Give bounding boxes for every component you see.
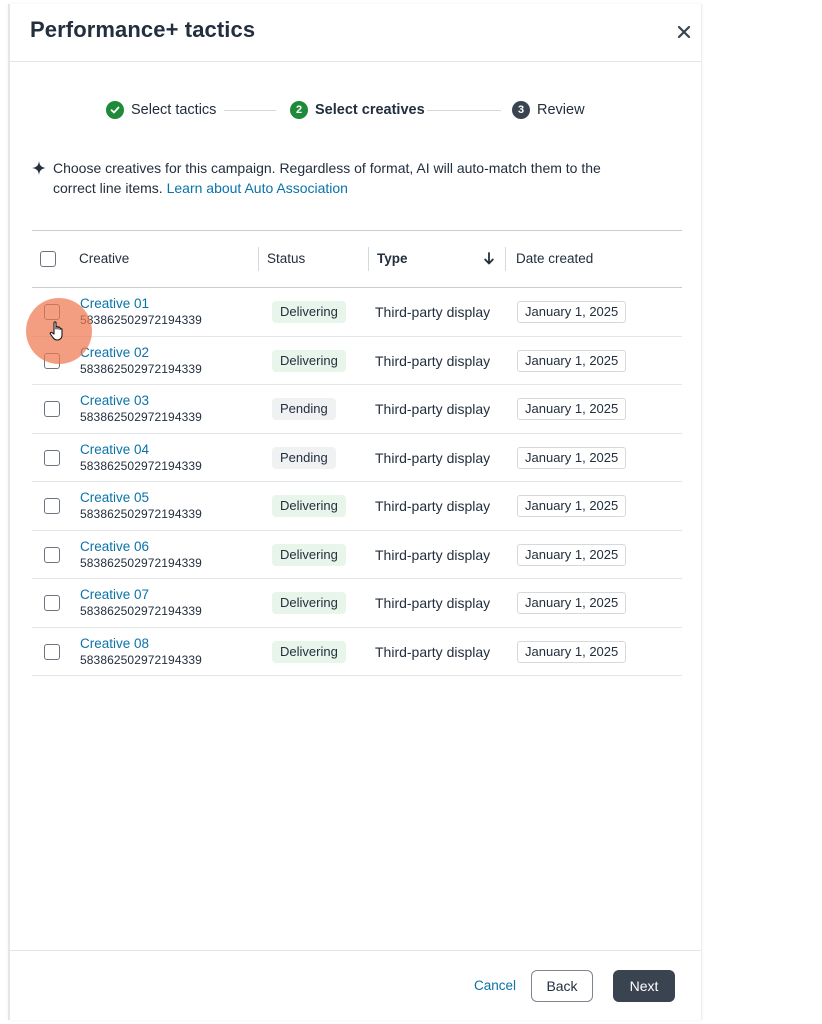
date-created: January 1, 2025	[517, 495, 627, 517]
column-creative[interactable]: Creative	[79, 251, 129, 266]
step-label: Select tactics	[131, 102, 217, 118]
creative-type: Third-party display	[375, 643, 491, 660]
status-badge: Delivering	[272, 349, 346, 372]
creative-id: 583862502972194339	[80, 555, 202, 570]
creative-type: Third-party display	[375, 352, 491, 369]
creative-type: Third-party display	[375, 304, 491, 320]
creative-type: Third-party display	[375, 401, 491, 417]
check-icon	[106, 101, 124, 119]
table-body: Creative 01 583862502972194339 Delivering T…	[32, 288, 682, 676]
step-number-badge: 2	[290, 101, 308, 119]
creative-id: 583862502972194339	[80, 410, 202, 424]
cancel-button[interactable]: Cancel	[474, 978, 516, 993]
date-created: January 1, 2025	[517, 446, 627, 469]
stepper: Select tactics 2 Select creatives 3 Revi…	[106, 100, 606, 120]
status-badge: Pending	[272, 446, 336, 469]
creative-name-link[interactable]: Creative 03	[80, 393, 149, 409]
creative-name-link[interactable]: Creative 08	[80, 636, 149, 652]
learn-auto-association-link[interactable]: Learn about Auto Association	[167, 180, 348, 196]
step-label: Select creatives	[315, 102, 425, 118]
status-badge: Delivering	[272, 301, 346, 323]
creative-name-link[interactable]: Creative 02	[80, 345, 149, 361]
table-row[interactable]: Creative 02 583862502972194339 Delivering T…	[32, 337, 682, 385]
step-label: Review	[537, 102, 585, 118]
table-row[interactable]: Creative 01 583862502972194339 Delivering T…	[32, 288, 682, 337]
date-created: January 1, 2025	[517, 592, 627, 614]
sparkle-icon	[32, 161, 46, 175]
creative-id: 583862502972194339	[80, 458, 202, 473]
table-row[interactable]: Creative 03 583862502972194339 Pending Thir…	[32, 385, 682, 434]
creative-type: Third-party display	[375, 595, 491, 611]
hand-pointer-icon	[49, 321, 63, 341]
status-badge: Delivering	[272, 543, 346, 566]
creative-name-link[interactable]: Creative 07	[80, 587, 149, 603]
step-connector	[224, 110, 276, 111]
step-select-creatives[interactable]: 2 Select creatives	[290, 100, 425, 120]
column-divider[interactable]	[505, 247, 506, 271]
date-created: January 1, 2025	[517, 349, 627, 372]
performance-tactics-modal: Performance+ tactics Select tactics 2 Se…	[8, 4, 702, 1020]
status-badge: Pending	[272, 398, 336, 420]
column-divider[interactable]	[368, 247, 369, 271]
column-divider[interactable]	[258, 247, 259, 271]
creative-name-link[interactable]: Creative 06	[80, 539, 149, 555]
creatives-table: Creative Status Type Date created Creati…	[32, 230, 682, 676]
column-date-created[interactable]: Date created	[516, 251, 593, 266]
column-status[interactable]: Status	[267, 251, 305, 266]
next-button[interactable]: Next	[613, 970, 675, 1002]
row-checkbox[interactable]	[44, 449, 60, 466]
row-checkbox[interactable]	[44, 643, 60, 660]
table-row[interactable]: Creative 04 583862502972194339 Pending Thir…	[32, 434, 682, 482]
creative-id: 583862502972194339	[80, 652, 202, 667]
row-checkbox[interactable]	[44, 498, 60, 514]
creative-id: 583862502972194339	[80, 507, 202, 521]
row-checkbox[interactable]	[44, 401, 60, 417]
date-created: January 1, 2025	[517, 398, 627, 420]
back-button[interactable]: Back	[531, 970, 593, 1002]
creative-type: Third-party display	[375, 546, 491, 563]
step-number-badge: 3	[512, 101, 530, 119]
table-header: Creative Status Type Date created	[32, 230, 682, 288]
creative-id: 583862502972194339	[80, 604, 202, 618]
creative-name-link[interactable]: Creative 01	[80, 296, 149, 312]
creative-type: Third-party display	[375, 449, 491, 466]
table-row[interactable]: Creative 06 583862502972194339 Delivering T…	[32, 531, 682, 579]
status-badge: Delivering	[272, 592, 346, 614]
close-icon[interactable]	[677, 25, 691, 39]
date-created: January 1, 2025	[517, 640, 627, 663]
creative-name-link[interactable]: Creative 05	[80, 490, 149, 506]
status-badge: Delivering	[272, 495, 346, 517]
modal-footer: Cancel Back Next	[10, 950, 701, 1020]
modal-title: Performance+ tactics	[30, 17, 256, 42]
creative-type: Third-party display	[375, 498, 491, 514]
step-connector	[427, 110, 501, 111]
modal-header: Performance+ tactics	[10, 4, 701, 62]
table-row[interactable]: Creative 05 583862502972194339 Delivering T…	[32, 482, 682, 531]
arrow-down-icon[interactable]	[484, 252, 494, 265]
row-checkbox[interactable]	[44, 546, 60, 563]
select-all-checkbox[interactable]	[40, 251, 56, 267]
row-checkbox[interactable]	[44, 595, 60, 611]
creative-name-link[interactable]: Creative 04	[80, 442, 149, 458]
info-message: Choose creatives for this campaign. Rega…	[32, 158, 632, 198]
status-badge: Delivering	[272, 640, 346, 663]
creative-id: 583862502972194339	[80, 313, 202, 327]
step-select-tactics[interactable]: Select tactics	[106, 100, 216, 120]
creative-id: 583862502972194339	[80, 361, 202, 376]
step-review[interactable]: 3 Review	[512, 100, 585, 120]
column-type[interactable]: Type	[377, 251, 408, 266]
date-created: January 1, 2025	[517, 543, 627, 566]
date-created: January 1, 2025	[517, 301, 627, 323]
table-row[interactable]: Creative 07 583862502972194339 Delivering T…	[32, 579, 682, 628]
table-row[interactable]: Creative 08 583862502972194339 Delivering T…	[32, 628, 682, 676]
